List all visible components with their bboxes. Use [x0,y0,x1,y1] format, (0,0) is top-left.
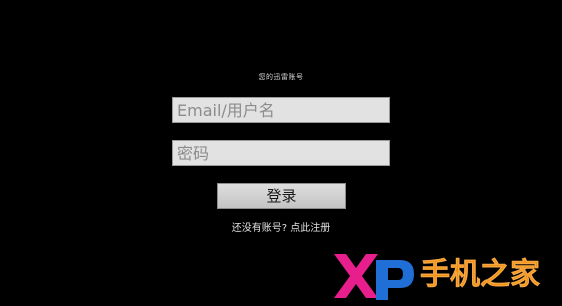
email-username-input[interactable] [172,97,390,123]
login-button[interactable]: 登录 [217,183,346,209]
xp-logo-watermark: 手机之家 [334,254,540,300]
svg-text:手机之家: 手机之家 [420,257,540,292]
register-link[interactable]: 还没有账号? 点此注册 [0,219,562,234]
account-header: 您的迅雷账号 [258,73,304,81]
password-input[interactable] [172,140,390,166]
